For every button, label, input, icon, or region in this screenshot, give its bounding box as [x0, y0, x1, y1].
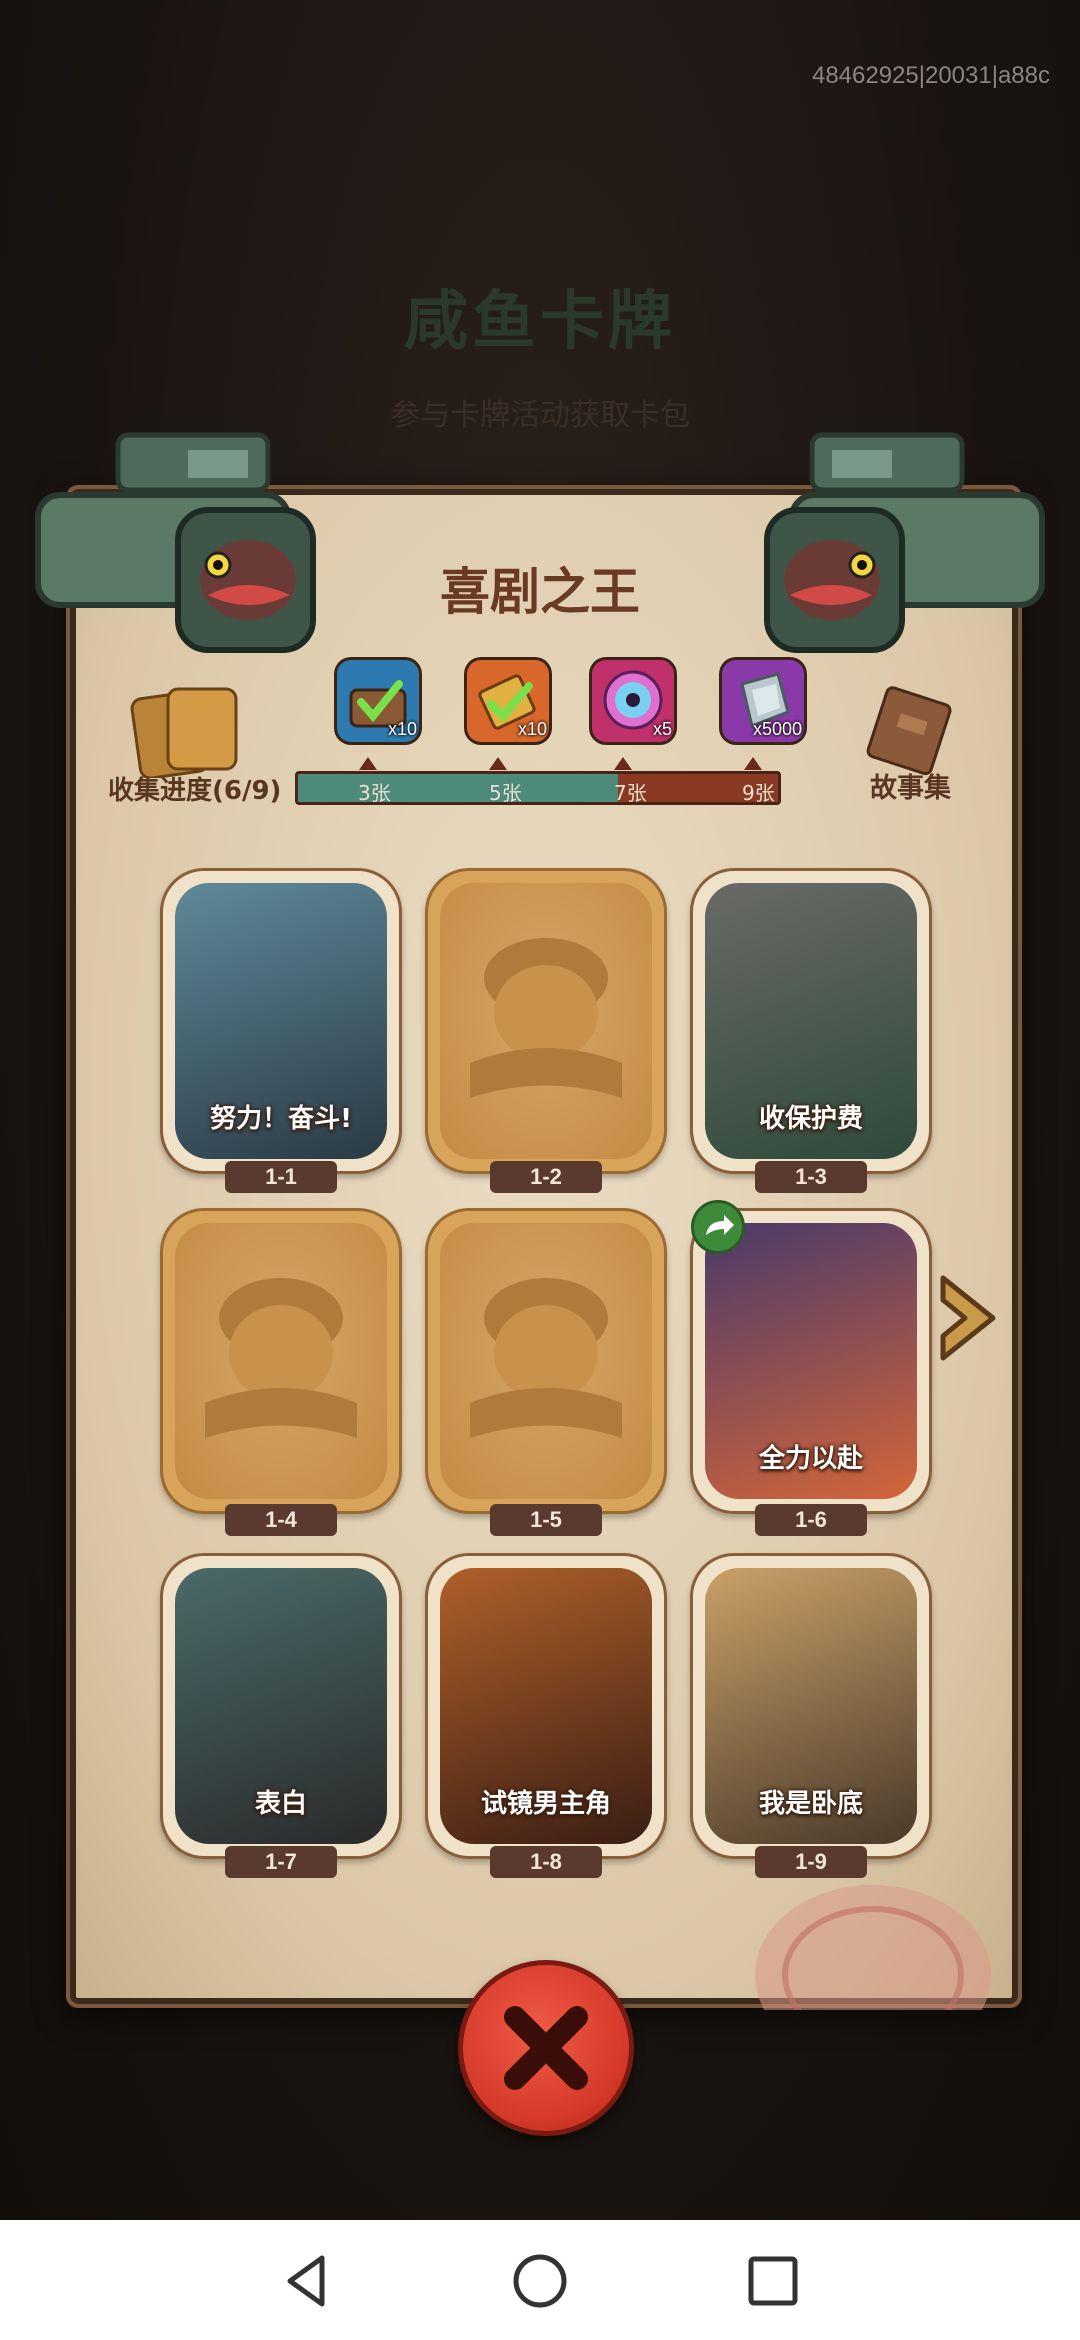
card-title: 我是卧底 — [758, 1789, 863, 1819]
milestone-label: 5张 — [489, 781, 522, 805]
card-artwork: 试镜男主角 — [440, 1568, 652, 1844]
card-stack-icon — [130, 687, 238, 778]
share-arrow-icon — [706, 1215, 734, 1235]
build-id-text: 48462925|20031|a88c — [811, 62, 1050, 89]
card-artwork: 我是卧底 — [705, 1568, 917, 1844]
card-unlocked[interactable]: 全力以赴 — [690, 1208, 932, 1514]
reward-ticket[interactable]: x10 — [467, 660, 549, 742]
card-number-label: 1-6 — [755, 1504, 867, 1536]
card-artwork: 全力以赴 — [705, 1223, 917, 1499]
close-button[interactable] — [458, 1960, 634, 2136]
wax-seal-decoration-icon — [755, 1885, 991, 2010]
milestone-label: 7张 — [614, 781, 647, 805]
card-artwork: 努力！奋斗! — [175, 883, 387, 1159]
card-title: 表白 — [254, 1789, 307, 1819]
reward-gem[interactable]: x5000 — [722, 660, 804, 742]
card-title: 努力！奋斗! — [210, 1104, 352, 1134]
card-title: 收保护费 — [758, 1104, 863, 1134]
card-number-label: 1-2 — [490, 1161, 602, 1193]
card-unlocked[interactable]: 收保护费 — [690, 868, 932, 1174]
card-unlocked[interactable]: 试镜男主角 — [425, 1553, 667, 1859]
home-circle-icon[interactable] — [505, 2246, 575, 2316]
character-silhouette-icon — [205, 1278, 357, 1438]
back-triangle-icon[interactable] — [272, 2246, 342, 2316]
milestone-marker — [489, 757, 507, 770]
card-locked[interactable] — [425, 868, 667, 1174]
milestone-label: 9张 — [742, 781, 775, 805]
card-title: 试镜男主角 — [480, 1789, 611, 1819]
story-collection-label[interactable]: 故事集 — [870, 766, 951, 805]
close-x-icon — [504, 2006, 588, 2090]
story-book-icon[interactable] — [860, 683, 960, 778]
locked-card-silhouette — [175, 1223, 387, 1499]
next-arrow-icon[interactable] — [935, 1268, 1005, 1368]
camera-decoration-icon — [35, 432, 316, 653]
panel-title: 喜剧之王 — [440, 563, 640, 621]
locked-card-silhouette — [440, 1223, 652, 1499]
card-number-label: 1-9 — [755, 1846, 867, 1878]
card-number-label: 1-4 — [225, 1504, 337, 1536]
camera-decoration-icon — [764, 432, 1045, 653]
card-locked[interactable] — [160, 1208, 402, 1514]
card-number-label: 1-1 — [225, 1161, 337, 1193]
character-silhouette-icon — [470, 938, 622, 1098]
card-number-label: 1-7 — [225, 1846, 337, 1878]
reward-disc[interactable]: x5 — [592, 660, 674, 742]
card-artwork: 收保护费 — [705, 883, 917, 1159]
progress-bar-fill — [298, 774, 618, 802]
card-unlocked[interactable]: 努力！奋斗! — [160, 868, 402, 1174]
milestone-marker — [359, 757, 377, 770]
card-unlocked[interactable]: 表白 — [160, 1553, 402, 1859]
milestone-marker — [614, 757, 632, 770]
collection-progress-label: 收集进度(6/9) — [108, 776, 282, 806]
card-locked[interactable] — [425, 1208, 667, 1514]
character-silhouette-icon — [470, 1278, 622, 1438]
system-navigation-bar — [0, 2220, 1080, 2340]
background-title: 咸鱼卡牌 — [404, 285, 676, 359]
card-number-label: 1-5 — [490, 1504, 602, 1536]
card-artwork: 表白 — [175, 1568, 387, 1844]
reward-chest[interactable]: x10 — [337, 660, 419, 742]
card-unlocked[interactable]: 我是卧底 — [690, 1553, 932, 1859]
recents-square-icon[interactable] — [738, 2246, 808, 2316]
milestone-label: 3张 — [358, 781, 391, 805]
milestone-marker — [744, 757, 762, 770]
card-number-label: 1-8 — [490, 1846, 602, 1878]
locked-card-silhouette — [440, 883, 652, 1159]
card-title: 全力以赴 — [758, 1444, 863, 1474]
card-number-label: 1-3 — [755, 1161, 867, 1193]
share-badge[interactable] — [691, 1200, 745, 1254]
